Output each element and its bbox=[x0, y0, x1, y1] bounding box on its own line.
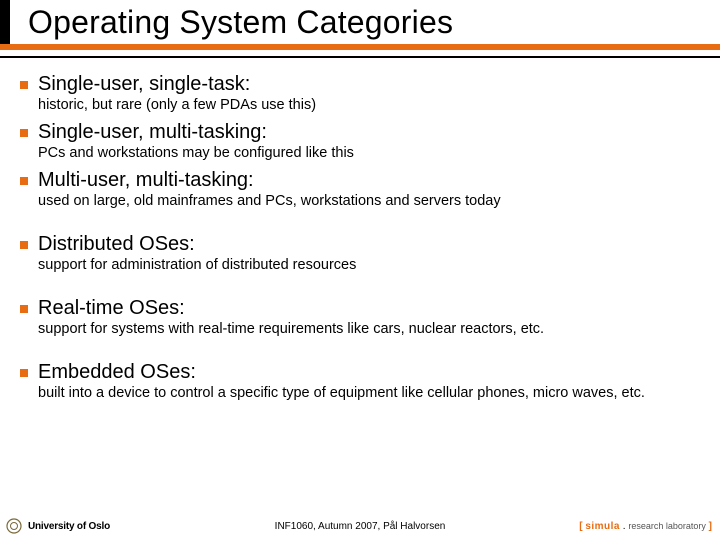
university-seal-icon bbox=[6, 518, 22, 534]
item-desc: PCs and workstations may be configured l… bbox=[38, 144, 700, 162]
title-accent-bar bbox=[0, 0, 10, 44]
item-desc: used on large, old mainframes and PCs, w… bbox=[38, 192, 700, 210]
slide: Operating System Categories Single-user,… bbox=[0, 0, 720, 540]
title-orange-rule bbox=[0, 44, 720, 50]
item-desc: historic, but rare (only a few PDAs use … bbox=[38, 96, 700, 114]
list-item: Single-user, single-task: historic, but … bbox=[20, 72, 700, 114]
bracket-close: ] bbox=[706, 521, 712, 532]
bullet-icon bbox=[20, 305, 28, 313]
footer: University of Oslo INF1060, Autumn 2007,… bbox=[0, 512, 720, 540]
slide-title: Operating System Categories bbox=[28, 4, 453, 41]
list-item: Distributed OSes: support for administra… bbox=[20, 232, 700, 274]
bullet-icon bbox=[20, 369, 28, 377]
item-term: Multi-user, multi-tasking: bbox=[38, 168, 254, 192]
list-item: Embedded OSes: built into a device to co… bbox=[20, 360, 700, 402]
list-item: Single-user, multi-tasking: PCs and work… bbox=[20, 120, 700, 162]
simula-word: simula bbox=[585, 521, 620, 532]
title-black-underline bbox=[0, 56, 720, 58]
bullet-icon bbox=[20, 177, 28, 185]
bullet-icon bbox=[20, 81, 28, 89]
slide-body: Single-user, single-task: historic, but … bbox=[20, 72, 700, 408]
simula-rest: research laboratory bbox=[628, 521, 706, 531]
item-desc: built into a device to control a specifi… bbox=[38, 384, 700, 402]
bullet-icon bbox=[20, 241, 28, 249]
list-item: Multi-user, multi-tasking: used on large… bbox=[20, 168, 700, 210]
item-term: Distributed OSes: bbox=[38, 232, 195, 256]
simula-logo: [ simula . research laboratory ] bbox=[579, 521, 712, 532]
item-term: Real-time OSes: bbox=[38, 296, 185, 320]
item-desc: support for administration of distribute… bbox=[38, 256, 700, 274]
list-item: Real-time OSes: support for systems with… bbox=[20, 296, 700, 338]
bullet-icon bbox=[20, 129, 28, 137]
item-term: Embedded OSes: bbox=[38, 360, 196, 384]
university-name: University of Oslo bbox=[28, 521, 110, 532]
item-desc: support for systems with real-time requi… bbox=[38, 320, 700, 338]
item-term: Single-user, single-task: bbox=[38, 72, 250, 96]
course-info: INF1060, Autumn 2007, Pål Halvorsen bbox=[275, 521, 446, 532]
item-term: Single-user, multi-tasking: bbox=[38, 120, 267, 144]
